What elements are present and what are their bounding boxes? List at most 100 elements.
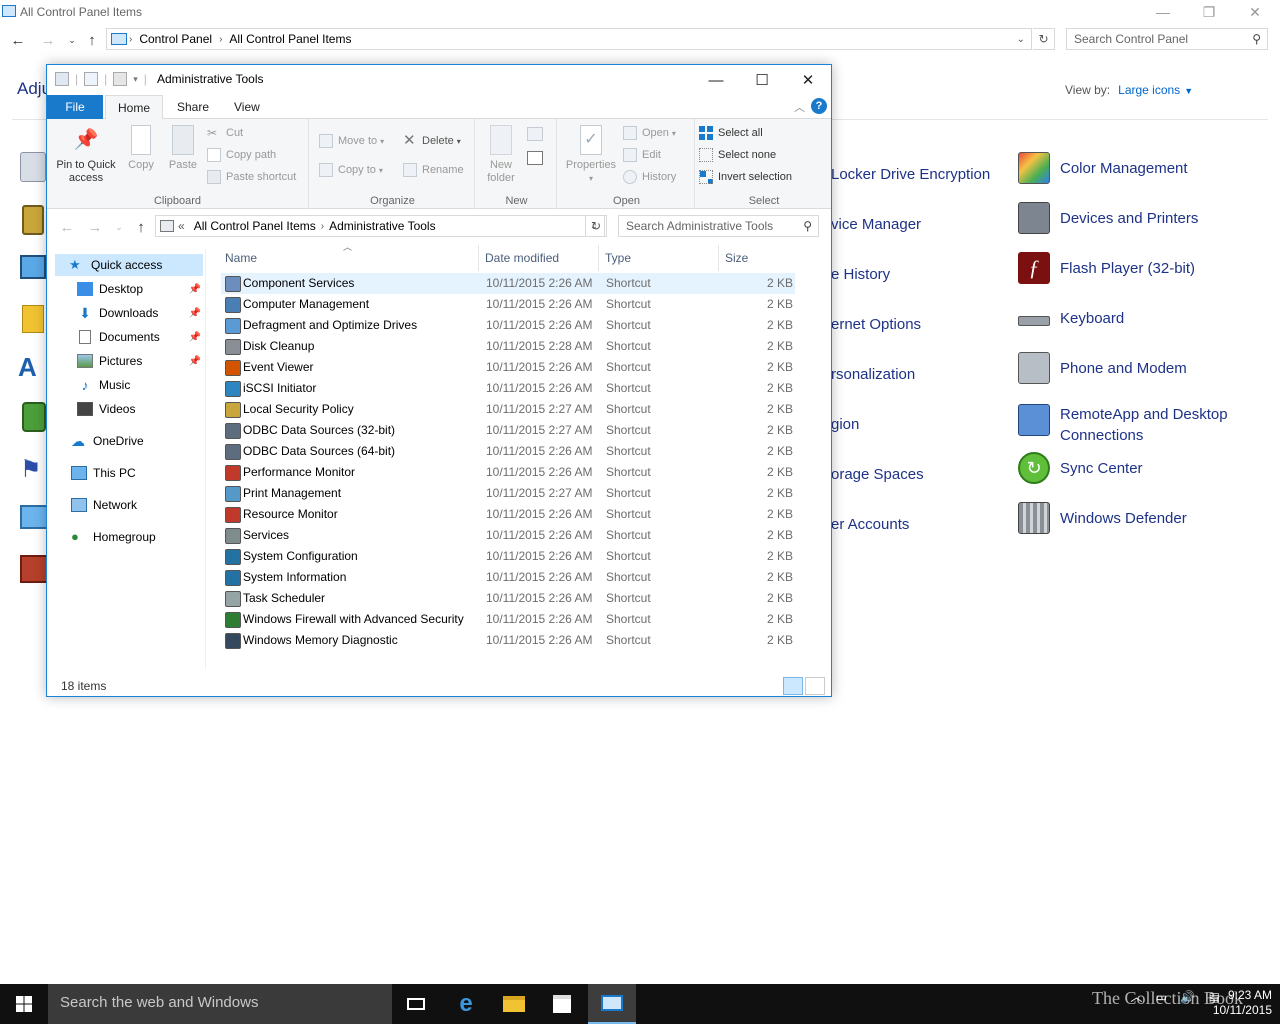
pane-divider[interactable] <box>205 249 206 669</box>
cp-item-storage-spaces[interactable]: orage Spaces <box>831 458 924 498</box>
cp-item-remoteapp[interactable]: RemoteApp and Desktop Connections <box>1018 398 1250 444</box>
cp-item-keyboard[interactable]: Keyboard <box>1018 302 1124 342</box>
nav-this-pc[interactable]: This PC <box>71 462 201 484</box>
address-bar[interactable]: › Control Panel › All Control Panel Item… <box>106 28 1032 50</box>
taskbar-control-panel[interactable] <box>588 984 636 1024</box>
nav-documents[interactable]: Documents 📌 <box>77 326 201 348</box>
properties-icon[interactable] <box>84 72 99 86</box>
open-button[interactable]: Open ▾ <box>623 123 676 143</box>
forward-arrow-icon[interactable]: → <box>85 217 105 237</box>
address-bar[interactable]: « All Control Panel Items › Administrati… <box>155 215 605 237</box>
help-icon[interactable]: ? <box>811 98 827 114</box>
view-by-control[interactable]: View by: Large icons ▼ <box>1065 83 1193 97</box>
delete-button[interactable]: ✕ Delete ▾ <box>403 131 461 151</box>
clock[interactable]: 9:23 AM 10/11/2015 <box>1213 988 1272 1018</box>
cp-item-internet-options[interactable]: ernet Options <box>831 308 921 348</box>
breadcrumb-all-items[interactable]: All Control Panel Items <box>224 32 356 46</box>
recent-locations-chevron-icon[interactable]: ⌄ <box>109 217 129 237</box>
nav-onedrive[interactable]: ☁ OneDrive <box>71 430 201 452</box>
select-none-button[interactable]: Select none <box>699 145 776 165</box>
start-button[interactable] <box>0 984 48 1024</box>
paste-shortcut-button[interactable]: Paste shortcut <box>207 167 296 187</box>
up-arrow-icon[interactable]: ↑ <box>82 30 102 50</box>
nav-music[interactable]: ♪ Music <box>77 374 201 396</box>
column-header-date[interactable]: Date modified <box>479 245 599 271</box>
file-row[interactable]: ODBC Data Sources (32-bit) 10/11/2015 2:2… <box>221 420 795 441</box>
view-by-value[interactable]: Large icons <box>1118 83 1180 97</box>
edit-button[interactable]: Edit <box>623 145 661 165</box>
select-all-button[interactable]: Select all <box>699 123 763 143</box>
file-row[interactable]: Windows Memory Diagnostic 10/11/2015 2:26… <box>221 630 795 651</box>
firewall-icon[interactable] <box>20 555 48 583</box>
flag-icon[interactable]: ⚑ <box>20 455 48 483</box>
breadcrumb-control-panel[interactable]: Control Panel <box>134 32 217 46</box>
show-hidden-icons-icon[interactable]: ︿ <box>1130 990 1142 1004</box>
file-row[interactable]: Disk Cleanup 10/11/2015 2:28 AM Shortcut 2 … <box>221 336 795 357</box>
pin-to-quick-access-button[interactable]: 📌 Pin to Quick access <box>53 125 119 185</box>
breadcrumb-all-items[interactable]: All Control Panel Items <box>189 219 321 233</box>
file-row[interactable]: Defragment and Optimize Drives 10/11/2015… <box>221 315 795 336</box>
nav-downloads[interactable]: ⬇ Downloads 📌 <box>77 302 201 324</box>
copy-to-button[interactable]: Copy to ▾ <box>319 160 383 180</box>
back-arrow-icon[interactable]: ← <box>8 30 28 50</box>
minimize-button[interactable]: — <box>1140 0 1186 24</box>
file-row[interactable]: Windows Firewall with Advanced Security 1… <box>221 609 795 630</box>
restore-button[interactable]: ❐ <box>1186 0 1232 24</box>
details-view-icon[interactable] <box>783 677 803 695</box>
cp-item-file-history[interactable]: e History <box>831 258 890 298</box>
breadcrumb-overflow[interactable]: « <box>174 219 189 233</box>
cp-item-windows-defender[interactable]: Windows Defender <box>1018 502 1187 542</box>
pin-icon[interactable]: 📌 <box>189 356 201 367</box>
maximize-button[interactable]: ☐ <box>739 65 785 95</box>
programs-icon[interactable] <box>22 402 46 432</box>
forward-arrow-icon[interactable]: → <box>38 30 58 50</box>
nav-pictures[interactable]: Pictures 📌 <box>77 350 201 372</box>
properties-button[interactable]: ✓ Properties ▾ <box>561 125 621 185</box>
recent-locations-chevron-icon[interactable]: ⌄ <box>62 30 82 50</box>
nav-network[interactable]: Network <box>71 494 201 516</box>
easy-access-icon[interactable] <box>527 151 543 165</box>
file-row[interactable]: Local Security Policy 10/11/2015 2:27 AM S… <box>221 399 795 420</box>
large-icons-view-icon[interactable] <box>805 677 825 695</box>
cp-item-phone-modem[interactable]: Phone and Modem <box>1018 352 1187 392</box>
pin-icon[interactable]: 📌 <box>189 332 201 343</box>
minimize-button[interactable]: — <box>693 65 739 95</box>
cp-item-bitlocker[interactable]: Locker Drive Encryption <box>831 158 990 198</box>
copy-path-button[interactable]: Copy path <box>207 145 276 165</box>
search-control-panel-input[interactable]: Search Control Panel ⚲ <box>1066 28 1268 50</box>
cut-button[interactable]: ✂ Cut <box>207 123 243 143</box>
customize-qat-chevron-icon[interactable]: ▾ <box>133 74 138 85</box>
taskbar-search-box[interactable]: Search the web and Windows <box>48 984 392 1024</box>
tab-share[interactable]: Share <box>165 95 221 119</box>
file-row[interactable]: Performance Monitor 10/11/2015 2:26 AM Sho… <box>221 462 795 483</box>
volume-icon[interactable]: 🔊 <box>1180 990 1195 1004</box>
address-dropdown-chevron-icon[interactable]: ⌄ <box>1017 34 1025 45</box>
taskbar-file-explorer[interactable] <box>490 984 538 1024</box>
tab-file[interactable]: File <box>47 95 103 119</box>
move-to-button[interactable]: Move to ▾ <box>319 131 384 151</box>
cp-item-device-manager[interactable]: vice Manager <box>831 208 921 248</box>
close-button[interactable]: ✕ <box>785 65 831 95</box>
up-arrow-icon[interactable]: ↑ <box>131 217 151 237</box>
file-row[interactable]: Resource Monitor 10/11/2015 2:26 AM Shortc… <box>221 504 795 525</box>
network-icon[interactable]: ▭ <box>1156 990 1167 1004</box>
cp-item-region[interactable]: gion <box>831 408 859 448</box>
cp-item-devices-printers[interactable]: Devices and Printers <box>1018 202 1198 242</box>
nav-homegroup[interactable]: ● Homegroup <box>71 526 201 548</box>
cp-item-flash-player[interactable]: ƒ Flash Player (32-bit) <box>1018 252 1195 292</box>
search-administrative-tools-input[interactable]: Search Administrative Tools ⚲ <box>618 215 819 237</box>
file-row[interactable]: Print Management 10/11/2015 2:27 AM Shortc… <box>221 483 795 504</box>
cp-item-personalization[interactable]: rsonalization <box>831 358 915 398</box>
column-header-size[interactable]: Size <box>719 245 795 271</box>
taskbar-edge[interactable]: e <box>442 984 490 1024</box>
back-arrow-icon[interactable]: ← <box>57 217 77 237</box>
history-button[interactable]: History <box>623 167 676 187</box>
cp-item-user-accounts[interactable]: er Accounts <box>831 508 909 548</box>
file-row[interactable]: Event Viewer 10/11/2015 2:26 AM Shortcut 2 … <box>221 357 795 378</box>
invert-selection-button[interactable]: Invert selection <box>699 167 792 187</box>
column-header-type[interactable]: Type <box>599 245 719 271</box>
nav-desktop[interactable]: Desktop 📌 <box>77 278 201 300</box>
refresh-icon[interactable]: ↻ <box>1033 28 1055 50</box>
new-item-icon[interactable] <box>527 127 543 141</box>
column-header-name[interactable]: Name <box>219 245 479 271</box>
